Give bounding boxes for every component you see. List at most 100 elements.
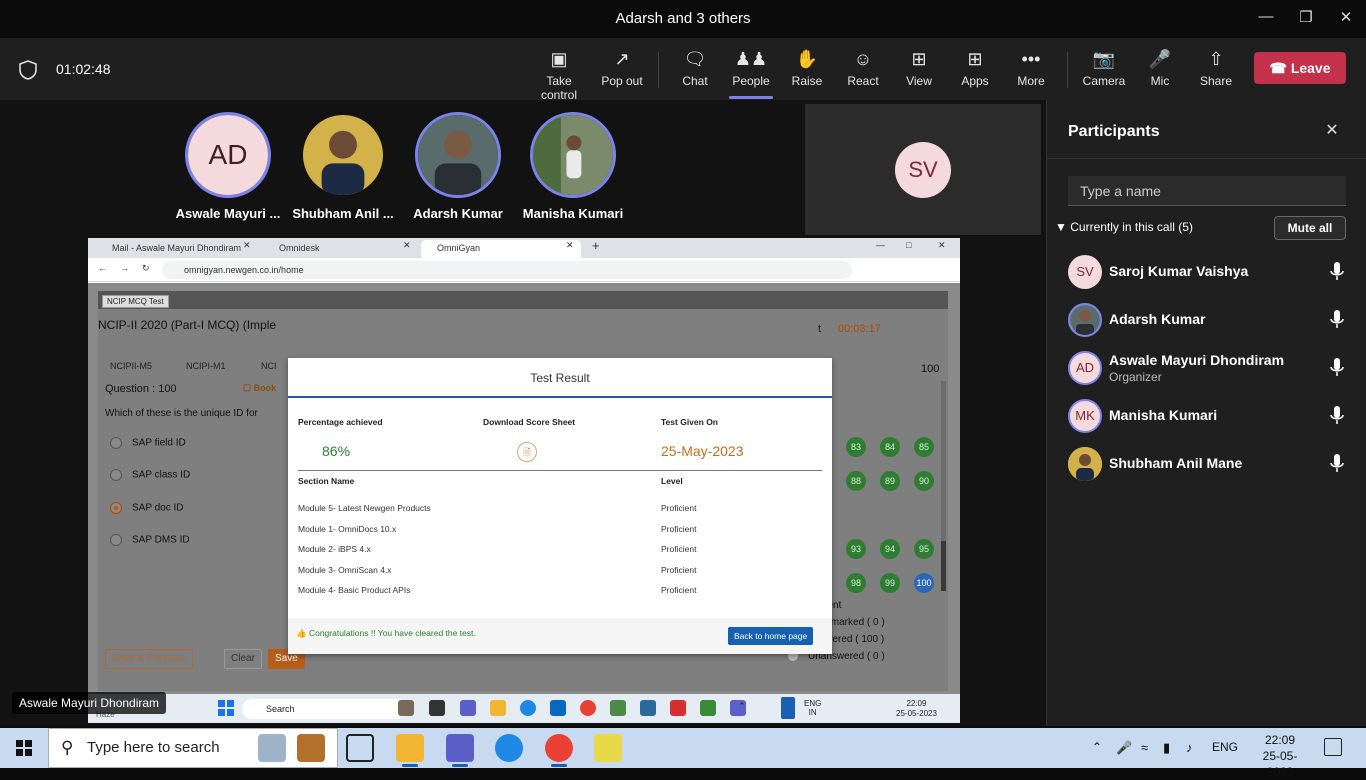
mic-icon[interactable] <box>1330 310 1344 330</box>
tab-section[interactable]: NCI <box>261 361 277 371</box>
tab-section[interactable]: NCIPII-M5 <box>110 361 152 371</box>
chat-button[interactable]: 🗨 Chat <box>667 48 723 88</box>
close-panel-icon[interactable]: ✕ <box>1322 120 1342 140</box>
taskbar-search-box[interactable]: ⚲ Type here to search <box>48 728 338 768</box>
participant-tile[interactable]: AD Aswale Mayuri ... <box>163 112 293 221</box>
app-icon[interactable] <box>640 700 656 716</box>
back-icon[interactable]: ← <box>98 263 107 273</box>
question-nav-button[interactable]: 84 <box>880 437 900 457</box>
url-field[interactable]: omnigyan.newgen.co.in/home <box>162 261 852 279</box>
more-button[interactable]: ••• More <box>1003 48 1059 88</box>
remote-language[interactable]: ENG IN <box>804 699 821 717</box>
apps-button[interactable]: ⊞ Apps <box>947 48 1003 88</box>
participant-row[interactable]: MK Manisha Kumari <box>1068 396 1358 436</box>
question-nav-button[interactable]: 89 <box>880 471 900 491</box>
minimize-button[interactable]: — <box>1255 8 1277 30</box>
restore-button[interactable]: ❐ <box>1295 8 1317 30</box>
radio-button-selected[interactable] <box>110 502 122 514</box>
forward-icon[interactable]: → <box>120 263 129 273</box>
radio-button[interactable] <box>110 437 122 449</box>
app-icon[interactable] <box>429 700 445 716</box>
radio-button[interactable] <box>110 469 122 481</box>
question-nav-button[interactable]: 83 <box>846 437 866 457</box>
question-nav-button[interactable]: 99 <box>880 573 900 593</box>
answer-option[interactable]: SAP class ID <box>110 469 190 481</box>
participant-tile[interactable]: Adarsh Kumar <box>393 112 523 221</box>
windows-start-icon[interactable] <box>218 700 234 716</box>
search-highlight-icon[interactable] <box>258 734 286 762</box>
participant-tile[interactable]: Shubham Anil ... <box>278 112 408 221</box>
volume-icon[interactable]: ♪ <box>1186 740 1193 755</box>
remote-search-box[interactable]: Search <box>242 699 407 719</box>
mic-icon[interactable] <box>1330 454 1344 474</box>
camera-button[interactable]: 📷 Camera <box>1076 48 1132 88</box>
answer-option[interactable]: SAP doc ID <box>110 502 184 514</box>
radio-button[interactable] <box>110 534 122 546</box>
share-button[interactable]: ⇧ Share <box>1188 48 1244 88</box>
self-video-tile[interactable]: SV <box>805 104 1041 235</box>
view-button[interactable]: ⊞ View <box>891 48 947 88</box>
close-icon[interactable]: ✕ <box>403 240 411 251</box>
chevron-up-icon[interactable]: ⌃ <box>1092 740 1102 754</box>
chrome-icon[interactable] <box>545 734 573 767</box>
remote-clock[interactable]: 22:09 25-05-2023 <box>896 699 937 719</box>
notifications-icon[interactable] <box>1324 738 1342 756</box>
take-control-button[interactable]: ▣ Take control <box>531 48 587 102</box>
participant-row[interactable]: Adarsh Kumar <box>1068 300 1358 340</box>
scrollbar-thumb[interactable] <box>941 541 946 591</box>
pdf-icon[interactable] <box>670 700 686 716</box>
folder-icon[interactable] <box>490 700 506 716</box>
bookmark-button[interactable]: ☐ Book <box>243 383 276 394</box>
task-view-icon[interactable] <box>346 734 374 762</box>
mic-icon[interactable] <box>1330 406 1344 426</box>
people-button[interactable]: ♟♟ People <box>723 48 779 88</box>
download-pdf-icon[interactable]: 🗎 <box>517 442 537 462</box>
chevron-up-icon[interactable]: ⌃ <box>738 701 746 712</box>
save-previous-button[interactable]: Save & Previous <box>105 649 193 669</box>
app-icon[interactable] <box>460 700 476 716</box>
participant-row[interactable]: AD Aswale Mayuri Dhondiram Organizer <box>1068 348 1358 388</box>
browser-tab-mail[interactable]: Mail - Aswale Mayuri Dhondiram <box>96 240 256 258</box>
new-tab-icon[interactable]: + <box>592 238 600 253</box>
participant-search-input[interactable] <box>1068 176 1346 206</box>
question-nav-button[interactable]: 95 <box>914 539 934 559</box>
app-icon[interactable] <box>700 700 716 716</box>
mic-in-use-icon[interactable] <box>781 697 795 719</box>
tab-section[interactable]: NCIPI-M1 <box>186 361 226 371</box>
in-call-section-header[interactable]: ▼ Currently in this call (5) <box>1055 220 1193 234</box>
close-icon[interactable]: ✕ <box>243 240 251 251</box>
taskbar-clock[interactable]: 22:09 25-05-2023 <box>1250 732 1310 780</box>
question-nav-button-current[interactable]: 100 <box>914 573 934 593</box>
question-nav-button[interactable]: 94 <box>880 539 900 559</box>
language-indicator[interactable]: ENG <box>1212 740 1238 754</box>
app-icon[interactable] <box>550 700 566 716</box>
close-window-button[interactable]: ✕ <box>1335 8 1357 30</box>
answer-option[interactable]: SAP DMS ID <box>110 534 190 546</box>
leave-button[interactable]: ☎ Leave <box>1254 52 1346 84</box>
participant-row[interactable]: Shubham Anil Mane <box>1068 444 1358 484</box>
windows-start-icon[interactable] <box>16 740 32 756</box>
question-nav-button[interactable]: 85 <box>914 437 934 457</box>
question-nav-button[interactable]: 93 <box>846 539 866 559</box>
mute-all-button[interactable]: Mute all <box>1274 216 1346 240</box>
reload-icon[interactable]: ↻ <box>142 263 150 274</box>
file-explorer-icon[interactable] <box>396 734 424 767</box>
battery-icon[interactable]: ▮ <box>1163 740 1170 756</box>
participant-tile[interactable]: Manisha Kumari <box>508 112 638 221</box>
back-to-home-button[interactable]: Back to home page <box>728 627 814 645</box>
close-icon[interactable]: ✕ <box>566 240 574 251</box>
network-icon[interactable]: ≈ <box>1141 740 1148 755</box>
edge-icon[interactable] <box>520 700 536 716</box>
app-icon[interactable] <box>398 700 414 716</box>
question-nav-button[interactable]: 88 <box>846 471 866 491</box>
participant-row[interactable]: SV Saroj Kumar Vaishya <box>1068 252 1358 292</box>
raise-hand-button[interactable]: ✋ Raise <box>779 48 835 88</box>
mic-tray-icon[interactable]: 🎤 <box>1116 740 1132 756</box>
app-icon[interactable] <box>594 734 622 762</box>
close-icon[interactable]: ✕ <box>938 240 946 251</box>
clear-button[interactable]: Clear <box>224 649 262 669</box>
briefcase-icon[interactable] <box>297 734 325 762</box>
question-nav-button[interactable]: 90 <box>914 471 934 491</box>
edge-icon[interactable] <box>495 734 523 762</box>
browser-tab-omnidesk[interactable]: Omnidesk <box>263 240 413 258</box>
